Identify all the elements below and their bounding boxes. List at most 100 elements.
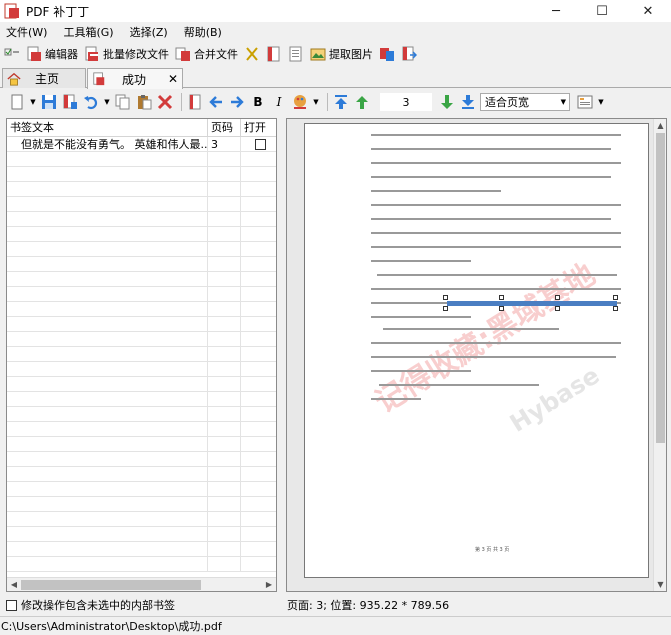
copy-button[interactable] — [114, 93, 132, 111]
pdf-info-button[interactable] — [266, 43, 282, 65]
menu-toolbox[interactable]: 工具箱(G) — [57, 24, 119, 40]
table-row[interactable] — [7, 512, 276, 527]
table-row[interactable]: 但就是不能没有勇气。 英雄和伟人最... 3 — [7, 137, 276, 152]
empty-cell[interactable] — [241, 482, 276, 496]
empty-cell[interactable] — [7, 392, 208, 406]
close-tab-icon[interactable]: ✕ — [168, 72, 178, 86]
empty-cell[interactable] — [7, 227, 208, 241]
empty-cell[interactable] — [241, 317, 276, 331]
table-row[interactable] — [7, 437, 276, 452]
empty-cell[interactable] — [241, 407, 276, 421]
table-row[interactable] — [7, 482, 276, 497]
table-row[interactable] — [7, 452, 276, 467]
save-pdf-button[interactable] — [61, 93, 79, 111]
tab-home[interactable]: 主页 — [2, 68, 86, 88]
scrollbar-thumb[interactable] — [21, 579, 201, 590]
empty-cell[interactable] — [7, 287, 208, 301]
table-row[interactable] — [7, 422, 276, 437]
empty-cell[interactable] — [7, 317, 208, 331]
empty-cell[interactable] — [208, 467, 241, 481]
table-row[interactable] — [7, 542, 276, 557]
empty-cell[interactable] — [208, 527, 241, 541]
empty-cell[interactable] — [208, 182, 241, 196]
column-page[interactable]: 页码 — [208, 119, 241, 136]
table-row[interactable] — [7, 332, 276, 347]
empty-cell[interactable] — [208, 512, 241, 526]
empty-cell[interactable] — [208, 437, 241, 451]
empty-cell[interactable] — [208, 557, 241, 571]
empty-cell[interactable] — [7, 452, 208, 466]
last-page-button[interactable] — [459, 93, 477, 111]
horizontal-scrollbar[interactable]: ◀ ▶ — [7, 577, 276, 591]
empty-cell[interactable] — [208, 317, 241, 331]
empty-cell[interactable] — [241, 467, 276, 481]
empty-cell[interactable] — [208, 152, 241, 166]
empty-cell[interactable] — [7, 152, 208, 166]
empty-cell[interactable] — [208, 257, 241, 271]
table-row[interactable] — [7, 407, 276, 422]
empty-cell[interactable] — [7, 437, 208, 451]
empty-cell[interactable] — [7, 362, 208, 376]
empty-cell[interactable] — [241, 272, 276, 286]
empty-cell[interactable] — [208, 407, 241, 421]
include-unselected-checkbox[interactable] — [6, 599, 17, 611]
tab-success[interactable]: 成功 ✕ — [87, 68, 183, 89]
empty-cell[interactable] — [208, 377, 241, 391]
selected-text-highlight[interactable] — [447, 301, 617, 306]
pdf-convert-button[interactable] — [379, 43, 395, 65]
save-button[interactable] — [40, 93, 58, 111]
bookmark-open-cell[interactable] — [241, 137, 276, 151]
empty-cell[interactable] — [208, 167, 241, 181]
empty-cell[interactable] — [7, 242, 208, 256]
table-row[interactable] — [7, 362, 276, 377]
empty-cell[interactable] — [7, 482, 208, 496]
empty-cell[interactable] — [7, 332, 208, 346]
vertical-scrollbar[interactable]: ▲ ▼ — [653, 119, 666, 591]
minimize-button[interactable]: ─ — [533, 0, 579, 22]
menu-help[interactable]: 帮助(B) — [178, 24, 228, 40]
extract-images-button[interactable]: 提取图片 — [310, 43, 373, 65]
empty-cell[interactable] — [241, 167, 276, 181]
pdf-page[interactable]: 记得收藏:黑域基地 Hybase 第 3 页 共 3 页 — [304, 123, 649, 578]
table-row[interactable] — [7, 392, 276, 407]
empty-cell[interactable] — [241, 377, 276, 391]
selection-handle[interactable] — [555, 306, 560, 311]
new-bookmark-button[interactable] — [8, 93, 26, 111]
empty-cell[interactable] — [7, 212, 208, 226]
bold-icon[interactable]: B — [249, 93, 267, 111]
view-mode-button[interactable] — [576, 93, 594, 111]
paste-button[interactable] — [135, 93, 153, 111]
empty-cell[interactable] — [241, 452, 276, 466]
empty-cell[interactable] — [241, 332, 276, 346]
empty-cell[interactable] — [241, 347, 276, 361]
selection-handle[interactable] — [443, 306, 448, 311]
new-dropdown-arrow-icon[interactable]: ▼ — [29, 93, 37, 111]
bookmark-pdf-button[interactable] — [186, 93, 204, 111]
color-dropdown-arrow-icon[interactable]: ▼ — [312, 93, 320, 111]
selection-handle[interactable] — [499, 306, 504, 311]
previous-page-button[interactable] — [353, 93, 371, 111]
merge-files-button[interactable]: 合并文件 — [175, 43, 238, 65]
empty-cell[interactable] — [7, 407, 208, 421]
empty-cell[interactable] — [208, 482, 241, 496]
table-row[interactable] — [7, 347, 276, 362]
empty-cell[interactable] — [208, 422, 241, 436]
maximize-button[interactable]: ☐ — [579, 0, 625, 22]
table-row[interactable] — [7, 527, 276, 542]
table-row[interactable] — [7, 242, 276, 257]
empty-cell[interactable] — [7, 527, 208, 541]
move-left-button[interactable] — [207, 93, 225, 111]
first-page-button[interactable] — [332, 93, 350, 111]
selection-handle[interactable] — [555, 295, 560, 300]
empty-cell[interactable] — [241, 197, 276, 211]
empty-cell[interactable] — [7, 542, 208, 556]
menu-file[interactable]: 文件(W) — [0, 24, 53, 40]
scroll-down-icon[interactable]: ▼ — [654, 578, 666, 591]
empty-cell[interactable] — [241, 287, 276, 301]
empty-cell[interactable] — [7, 347, 208, 361]
empty-cell[interactable] — [7, 512, 208, 526]
pdf-export-button[interactable] — [401, 43, 417, 65]
empty-cell[interactable] — [208, 227, 241, 241]
move-right-button[interactable] — [228, 93, 246, 111]
batch-modify-button[interactable]: 批量修改文件 — [84, 43, 169, 65]
